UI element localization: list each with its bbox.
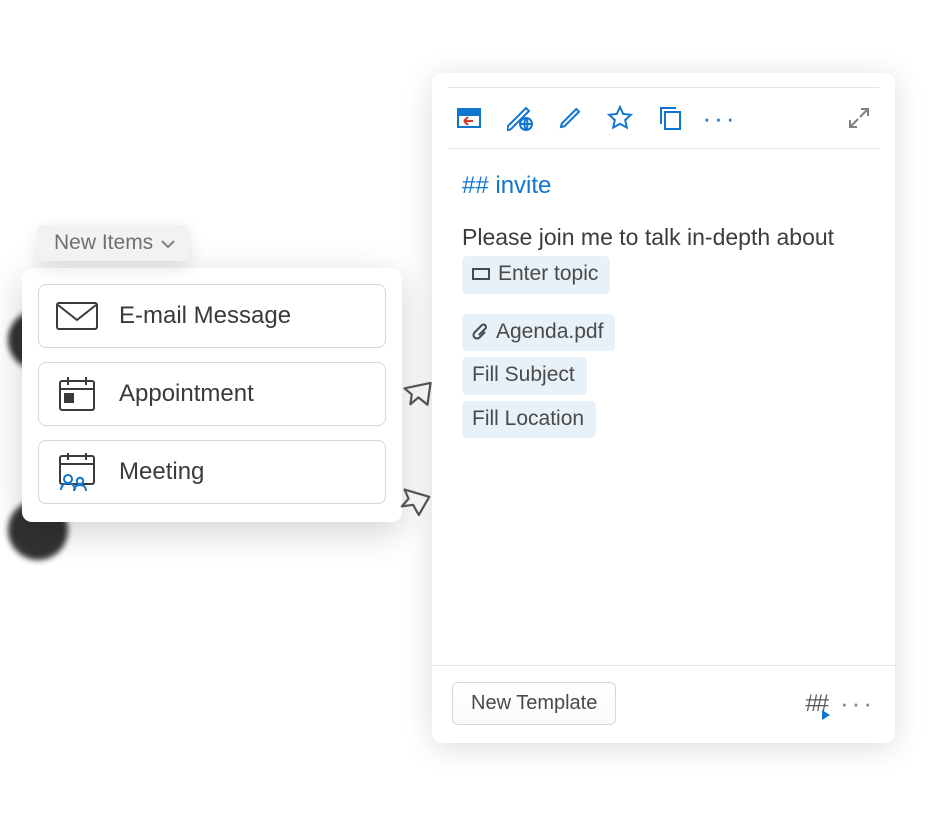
chip-label: Fill Location bbox=[472, 403, 584, 436]
body-text: Please join me to talk in-depth about bbox=[462, 224, 834, 250]
menu-item-email[interactable]: E-mail Message bbox=[38, 284, 386, 348]
edit-icon[interactable] bbox=[554, 102, 586, 134]
chip-label: Agenda.pdf bbox=[496, 316, 603, 349]
fill-location-chip[interactable]: Fill Location bbox=[462, 401, 596, 439]
new-items-label: New Items bbox=[54, 231, 153, 255]
chevron-down-icon bbox=[161, 231, 175, 255]
fill-subject-chip[interactable]: Fill Subject bbox=[462, 357, 587, 395]
template-title: ## invite bbox=[462, 167, 865, 204]
footer-more-icon[interactable]: ··· bbox=[840, 688, 875, 719]
insert-back-icon[interactable] bbox=[454, 102, 486, 134]
star-icon[interactable] bbox=[604, 102, 636, 134]
menu-item-appointment[interactable]: Appointment bbox=[38, 362, 386, 426]
attachment-chip[interactable]: Agenda.pdf bbox=[462, 314, 615, 352]
new-template-button[interactable]: New Template bbox=[452, 682, 616, 725]
menu-item-label: Appointment bbox=[119, 380, 254, 408]
cursor-icon bbox=[394, 480, 432, 523]
mail-icon bbox=[55, 298, 99, 334]
template-text: Please join me to talk in-depth about En… bbox=[462, 220, 865, 293]
copy-icon[interactable] bbox=[654, 102, 686, 134]
cursor-icon bbox=[398, 375, 434, 416]
chip-label: Enter topic bbox=[498, 258, 598, 291]
template-panel: ··· ## invite Please join me to talk in-… bbox=[432, 73, 895, 743]
template-footer: New Template ## ··· bbox=[432, 665, 895, 743]
template-toolbar: ··· bbox=[432, 88, 895, 148]
hashtag-run-icon[interactable]: ## bbox=[805, 690, 826, 718]
globe-pen-icon[interactable] bbox=[504, 102, 536, 134]
menu-item-meeting[interactable]: Meeting bbox=[38, 440, 386, 504]
menu-item-label: E-mail Message bbox=[119, 302, 291, 330]
new-items-dropdown[interactable]: New Items bbox=[38, 225, 189, 261]
more-icon[interactable]: ··· bbox=[704, 102, 736, 134]
new-items-menu: E-mail Message Appointment bbox=[22, 268, 402, 522]
topic-placeholder-chip[interactable]: Enter topic bbox=[462, 256, 610, 294]
field-icon bbox=[472, 267, 490, 281]
menu-item-label: Meeting bbox=[119, 458, 204, 486]
expand-icon[interactable] bbox=[843, 102, 875, 134]
template-body: ## invite Please join me to talk in-dept… bbox=[432, 149, 895, 665]
calendar-icon bbox=[55, 376, 99, 412]
paperclip-icon bbox=[472, 323, 488, 341]
chip-label: Fill Subject bbox=[472, 359, 575, 392]
meeting-icon bbox=[55, 454, 99, 490]
